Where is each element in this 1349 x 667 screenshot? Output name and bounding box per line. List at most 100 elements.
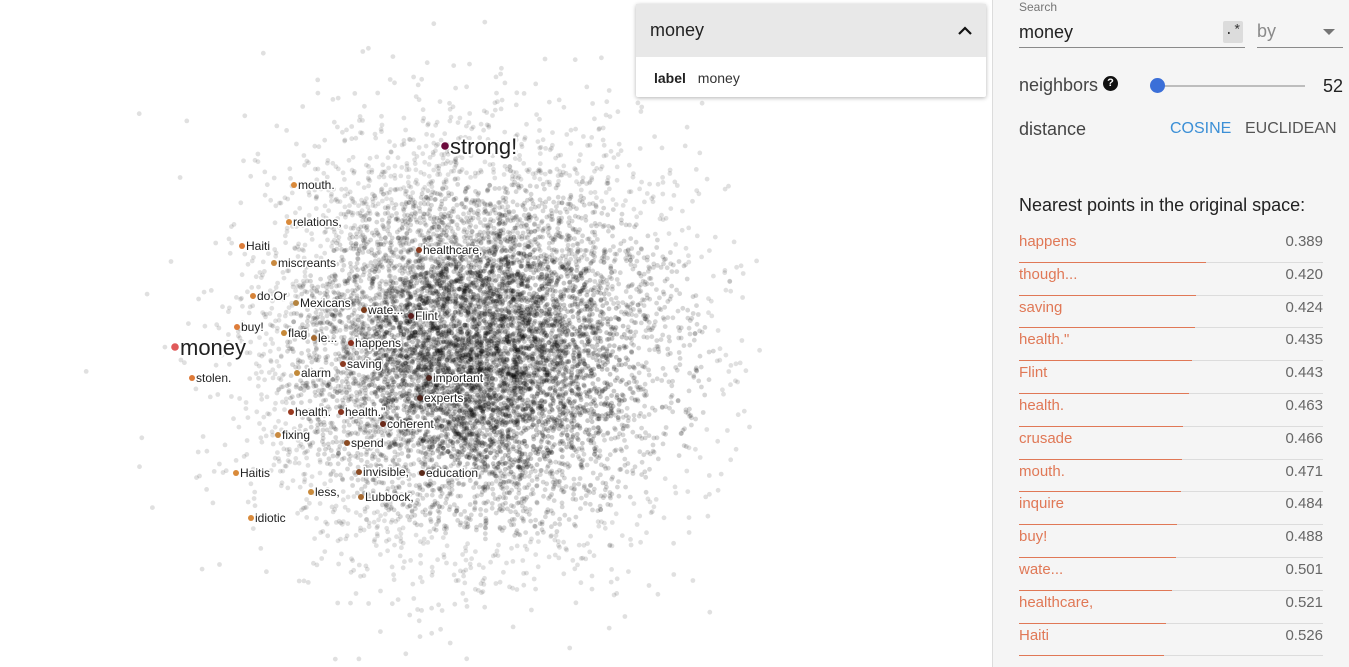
nearest-points-title: Nearest points in the original space:: [1019, 195, 1306, 215]
nearest-point-row[interactable]: though... 0.420: [1019, 263, 1323, 296]
regex-toggle-button[interactable]: .*: [1223, 21, 1243, 43]
nearest-point-label[interactable]: inquire: [1019, 495, 1064, 512]
labeled-point-marker[interactable]: [441, 142, 449, 150]
point-label: strong!: [450, 134, 517, 159]
nearest-point-row[interactable]: wate... 0.501: [1019, 558, 1323, 591]
point-label: miscreants: [278, 256, 336, 270]
labeled-point-marker[interactable]: [338, 409, 344, 415]
point-label: healthcare,: [423, 243, 482, 257]
nearest-point-distance: 0.484: [1285, 495, 1323, 513]
inspector-header[interactable]: money: [636, 4, 986, 57]
labeled-point-marker[interactable]: [426, 375, 432, 381]
nearest-point-label[interactable]: wate...: [1019, 561, 1063, 578]
point-label: Haitis: [240, 466, 270, 480]
labeled-point-marker[interactable]: [248, 515, 254, 521]
labeled-point-marker[interactable]: [281, 330, 287, 336]
inspector-card: money label money: [636, 4, 986, 97]
euclidean-distance-button[interactable]: EUCLIDEAN: [1245, 120, 1337, 138]
point-label: mouth.: [298, 178, 335, 192]
nearest-point-row[interactable]: crusade 0.466: [1019, 427, 1323, 460]
labeled-point-marker[interactable]: [361, 307, 367, 313]
nearest-point-label[interactable]: crusade: [1019, 430, 1072, 447]
labeled-point-marker[interactable]: [171, 343, 179, 351]
nearest-point-label[interactable]: healthcare,: [1019, 594, 1093, 611]
nearest-point-label[interactable]: saving: [1019, 299, 1062, 316]
help-icon[interactable]: ?: [1103, 76, 1118, 91]
point-label: do.Or: [257, 289, 287, 303]
labeled-point-marker[interactable]: [311, 335, 317, 341]
nearest-point-distance: 0.435: [1285, 331, 1323, 349]
search-by-select[interactable]: by: [1257, 17, 1343, 48]
cosine-distance-button[interactable]: COSINE: [1170, 120, 1231, 138]
labeled-point-marker[interactable]: [358, 494, 364, 500]
scatter-plot[interactable]: strong! money mouth. relations, Haiti healthc…: [0, 0, 990, 667]
point-label: important: [433, 371, 484, 385]
nearest-point-label[interactable]: mouth.: [1019, 463, 1065, 480]
labeled-point-marker[interactable]: [348, 340, 354, 346]
nearest-point-distance: 0.420: [1285, 265, 1323, 283]
dropdown-caret-icon: [1323, 29, 1335, 35]
labeled-point-marker[interactable]: [356, 469, 362, 475]
labeled-point-marker[interactable]: [239, 243, 245, 249]
nearest-point-distance: 0.424: [1285, 298, 1323, 316]
nearest-point-row[interactable]: Haiti 0.526: [1019, 624, 1323, 657]
neighbors-slider-track[interactable]: [1157, 85, 1305, 87]
nearest-point-row[interactable]: saving 0.424: [1019, 296, 1323, 329]
inspector-panel: Search .* by neighbors ? 52 distance COS…: [992, 0, 1349, 667]
nearest-point-row[interactable]: health." 0.435: [1019, 328, 1323, 362]
labeled-point-marker[interactable]: [233, 470, 239, 476]
nearest-point-row[interactable]: buy! 0.488: [1019, 525, 1323, 558]
nearest-point-label[interactable]: Haiti: [1019, 627, 1049, 644]
nearest-point-row[interactable]: health. 0.463: [1019, 394, 1323, 427]
nearest-point-row[interactable]: mouth. 0.471: [1019, 460, 1323, 493]
labeled-point-marker[interactable]: [271, 260, 277, 266]
labeled-point-marker[interactable]: [250, 293, 256, 299]
labeled-point-marker[interactable]: [419, 470, 425, 476]
labeled-point-marker[interactable]: [189, 375, 195, 381]
labeled-point-marker[interactable]: [294, 370, 300, 376]
nearest-point-label[interactable]: buy!: [1019, 528, 1047, 545]
nearest-point-row[interactable]: inquire 0.484: [1019, 492, 1323, 526]
nearest-point-label[interactable]: health.": [1019, 331, 1069, 348]
point-label: experts: [424, 391, 463, 405]
point-label: spend: [351, 436, 384, 450]
neighbors-slider-thumb[interactable]: [1150, 78, 1165, 93]
labeled-point-marker[interactable]: [416, 247, 422, 253]
point-label: Flint: [415, 309, 438, 323]
point-label: alarm: [301, 366, 331, 380]
nearest-point-distance: 0.488: [1285, 528, 1323, 546]
nearest-point-row[interactable]: healthcare, 0.521: [1019, 591, 1323, 624]
nearest-point-label[interactable]: happens: [1019, 233, 1077, 250]
search-input[interactable]: [1019, 19, 1209, 45]
labeled-point-marker[interactable]: [288, 409, 294, 415]
labeled-point-marker[interactable]: [293, 300, 299, 306]
point-label: idiotic: [255, 511, 286, 525]
point-label: invisible,: [363, 465, 409, 479]
labeled-point-marker[interactable]: [380, 421, 386, 427]
neighbors-value: 52: [1323, 76, 1344, 96]
point-label: flag: [288, 326, 307, 340]
nearest-point-label[interactable]: though...: [1019, 266, 1077, 283]
labeled-point-marker[interactable]: [408, 313, 414, 319]
chevron-up-icon[interactable]: [958, 25, 972, 36]
nearest-point-label[interactable]: Flint: [1019, 364, 1047, 381]
search-field[interactable]: .*: [1019, 17, 1245, 48]
labeled-point-marker[interactable]: [344, 440, 350, 446]
labeled-point-marker[interactable]: [275, 432, 281, 438]
labeled-point-marker[interactable]: [340, 361, 346, 367]
nearest-point-label[interactable]: health.: [1019, 397, 1064, 414]
point-label: relations,: [293, 215, 342, 229]
point-label: Mexicans: [300, 296, 351, 310]
nearest-point-row[interactable]: happens 0.389: [1019, 230, 1323, 263]
labeled-point-marker[interactable]: [308, 489, 314, 495]
nearest-point-distance: 0.389: [1285, 233, 1323, 250]
nearest-point-distance: 0.463: [1285, 396, 1323, 414]
search-by-placeholder: by: [1257, 21, 1277, 41]
labeled-point-marker[interactable]: [291, 182, 297, 188]
labeled-point-marker[interactable]: [234, 324, 240, 330]
nearest-point-distance: 0.443: [1285, 364, 1323, 382]
projection-scatter-panel[interactable]: strong! money mouth. relations, Haiti healthc…: [0, 0, 990, 667]
labeled-point-marker[interactable]: [417, 395, 423, 401]
labeled-point-marker[interactable]: [286, 219, 292, 225]
nearest-point-row[interactable]: Flint 0.443: [1019, 361, 1323, 394]
